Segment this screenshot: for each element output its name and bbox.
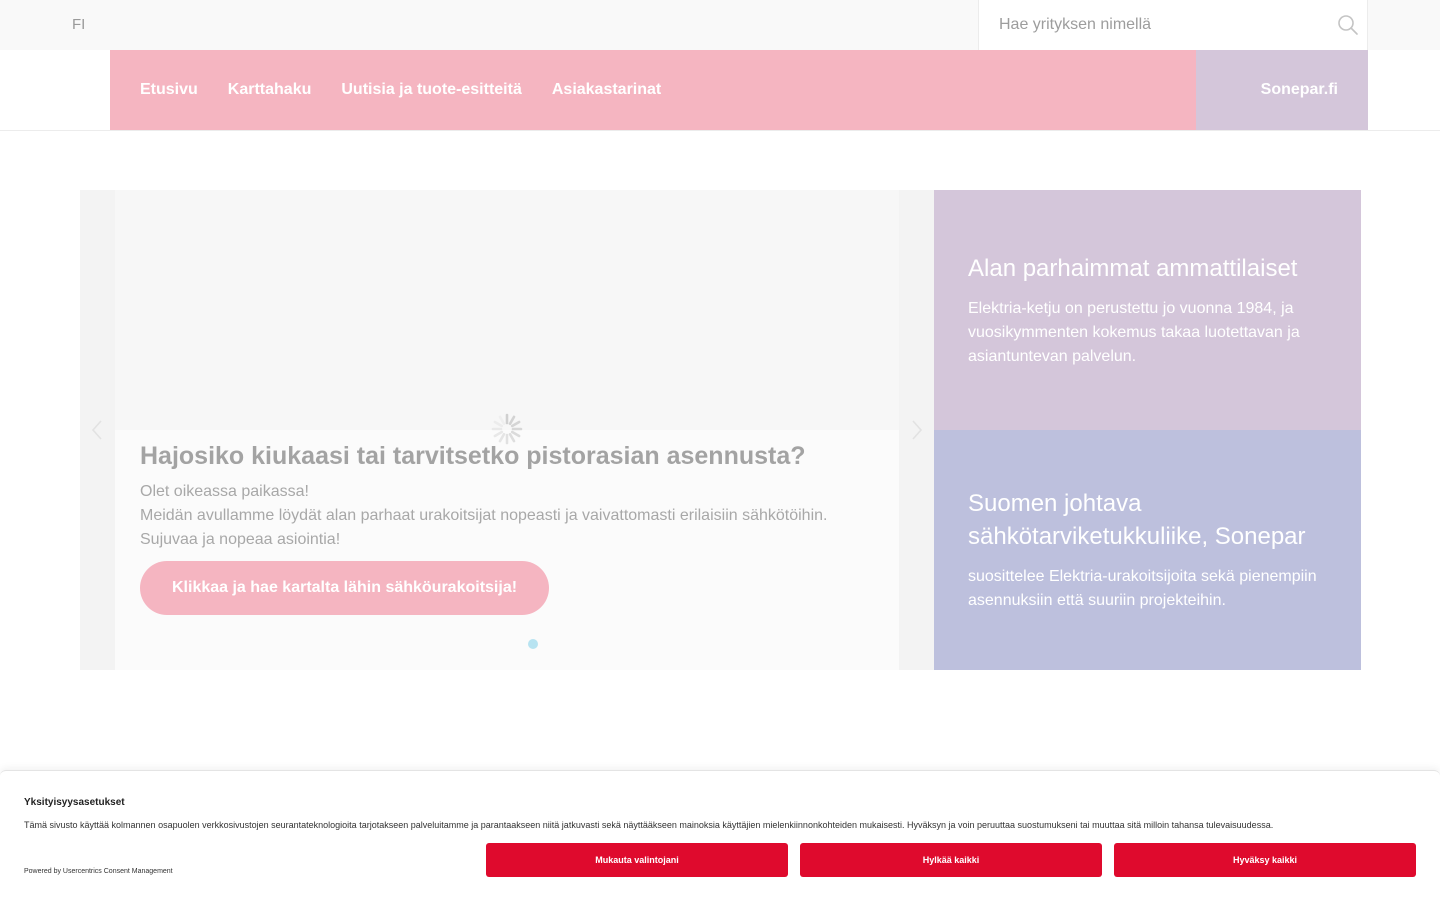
find-contractor-button[interactable]: Klikkaa ja hae kartalta lähin sähköurako… <box>140 561 550 615</box>
nav-item-asiakastarinat[interactable]: Asiakastarinat <box>552 81 661 99</box>
nav-item-karttahaku[interactable]: Karttahaku <box>228 81 312 99</box>
feature-panel-sonepar: Suomen johtava sähkötarviketukkuliike, S… <box>934 430 1361 670</box>
main-navigation: Etusivu Karttahaku Uutisia ja tuote-esit… <box>110 50 1196 130</box>
nav-item-uutisia[interactable]: Uutisia ja tuote-esitteitä <box>341 81 521 99</box>
panel-title: Alan parhaimmat ammattilaiset <box>968 254 1298 282</box>
slide-title: Hajosiko kiukaasi tai tarvitsetko pistor… <box>140 442 806 470</box>
search-input[interactable] <box>999 14 1329 36</box>
accept-all-button[interactable]: Hyväksy kaikki <box>1114 843 1416 877</box>
sonepar-link[interactable]: Sonepar.fi <box>1261 81 1338 99</box>
nav-item-etusivu[interactable]: Etusivu <box>140 81 198 99</box>
customize-choices-button[interactable]: Mukauta valintojani <box>486 843 788 877</box>
reject-all-button[interactable]: Hylkää kaikki <box>800 843 1102 877</box>
consent-text: Tämä sivusto käyttää kolmannen osapuolen… <box>24 820 1274 830</box>
slide-image <box>115 190 899 430</box>
slider-dot[interactable] <box>528 639 538 649</box>
hero-slider: Hajosiko kiukaasi tai tarvitsetko pistor… <box>80 190 934 670</box>
panel-text: suosittelee Elektria-urakoitsijoita sekä… <box>968 568 1317 609</box>
chevron-left-icon[interactable] <box>88 418 108 442</box>
consent-powered-by[interactable]: Powered by Usercentrics Consent Manageme… <box>24 868 173 875</box>
slide-text: Olet oikeassa paikassa! Meidän avullamme… <box>140 480 840 552</box>
slide-text-line-2: Meidän avullamme löydät alan parhaat ura… <box>140 507 828 548</box>
search-box <box>978 0 1368 50</box>
search-icon[interactable] <box>1337 14 1359 36</box>
slide-text-line-1: Olet oikeassa paikassa! <box>140 483 309 500</box>
language-switcher[interactable]: FI <box>72 16 85 33</box>
consent-title: Yksityisyysasetukset <box>24 797 125 808</box>
top-bar: FI <box>0 0 1440 50</box>
feature-panel-professionals: Alan parhaimmat ammattilaiset Elektria-k… <box>934 190 1361 430</box>
sonepar-link-box: Sonepar.fi <box>1196 50 1368 130</box>
spinner-icon <box>491 413 523 445</box>
panel-text: Elektria-ketju on perustettu jo vuonna 1… <box>968 299 1300 365</box>
panel-title: Suomen johtava sähkötarviketukkuliike, S… <box>968 490 1306 550</box>
cookie-consent-banner: Yksityisyysasetukset Tämä sivusto käyttä… <box>0 770 1440 900</box>
chevron-right-icon[interactable] <box>906 418 926 442</box>
